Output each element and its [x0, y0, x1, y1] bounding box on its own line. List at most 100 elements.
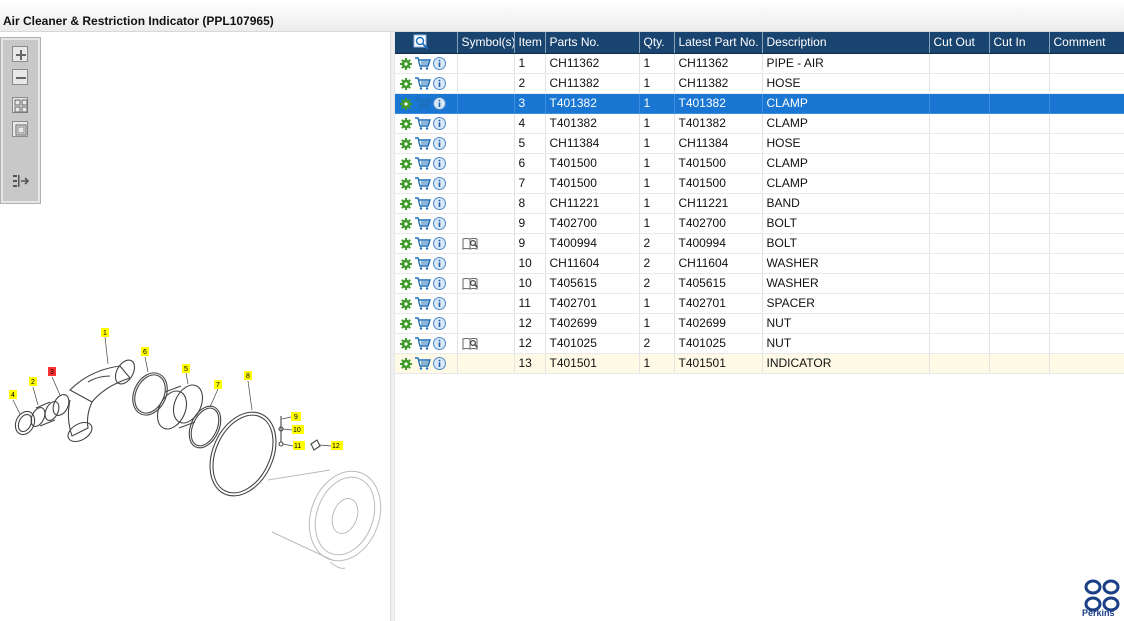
gear-icon[interactable] [400, 237, 412, 250]
item-cell: 10 [514, 273, 546, 294]
zoom-out-button[interactable] [12, 69, 28, 85]
cart-icon[interactable] [414, 257, 431, 270]
info-icon[interactable] [433, 277, 446, 291]
exploded-parts-diagram: 1 2 3 4 5 6 7 8 9 10 11 12 [9, 328, 382, 569]
info-icon[interactable] [433, 337, 446, 351]
column-header-comment[interactable]: Comment [1049, 32, 1124, 54]
svg-text:8: 8 [246, 373, 250, 380]
fit-all-button[interactable] [12, 97, 28, 113]
info-icon[interactable] [433, 357, 446, 371]
info-icon[interactable] [433, 217, 446, 231]
cart-icon[interactable] [414, 297, 431, 310]
table-row[interactable]: 12 T402699 1 T402699 NUT [395, 313, 1124, 334]
table-row[interactable]: 3 T401382 1 T401382 CLAMP [395, 93, 1124, 114]
cart-icon[interactable] [414, 337, 431, 350]
table-row[interactable]: 9 T402700 1 T402700 BOLT [395, 213, 1124, 234]
table-row[interactable]: 10 CH11604 2 CH11604 WASHER [395, 253, 1124, 274]
table-row[interactable]: 2 CH11382 1 CH11382 HOSE [395, 73, 1124, 94]
row-actions-cell [395, 313, 458, 334]
cart-icon[interactable] [414, 137, 431, 150]
symbol-cell [457, 113, 515, 134]
column-header-latest-part-no[interactable]: Latest Part No. [674, 32, 763, 54]
cart-icon[interactable] [414, 177, 431, 190]
item-cell: 9 [514, 213, 546, 234]
info-icon[interactable] [433, 297, 446, 311]
search-column-header[interactable] [395, 32, 458, 54]
column-header-qty[interactable]: Qty. [639, 32, 675, 54]
cut-out-cell [929, 153, 990, 174]
info-icon[interactable] [433, 137, 446, 151]
column-header-cut-out[interactable]: Cut Out [929, 32, 990, 54]
gear-icon[interactable] [400, 97, 412, 110]
column-header-cut-in[interactable]: Cut In [989, 32, 1050, 54]
table-row[interactable]: 10 T405615 2 T405615 WASHER [395, 273, 1124, 294]
gear-icon[interactable] [400, 297, 412, 310]
table-row[interactable]: 1 CH11362 1 CH11362 PIPE - AIR [395, 53, 1124, 74]
comment-cell [1049, 273, 1124, 294]
latest-part-no-cell: T401501 [674, 353, 763, 374]
info-icon[interactable] [433, 317, 446, 331]
table-row[interactable]: 4 T401382 1 T401382 CLAMP [395, 113, 1124, 134]
cart-icon[interactable] [414, 237, 431, 250]
gear-icon[interactable] [400, 257, 412, 270]
info-icon[interactable] [433, 117, 446, 131]
cart-icon[interactable] [414, 217, 431, 230]
symbol-cell [457, 333, 515, 354]
table-row[interactable]: 6 T401500 1 T401500 CLAMP [395, 153, 1124, 174]
gear-icon[interactable] [400, 357, 412, 370]
cart-icon[interactable] [414, 77, 431, 90]
info-icon[interactable] [433, 177, 446, 191]
gear-icon[interactable] [400, 277, 412, 290]
latest-part-no-cell: T402700 [674, 213, 763, 234]
book-search-icon[interactable] [462, 277, 479, 290]
qty-cell: 1 [639, 193, 675, 214]
cut-out-cell [929, 93, 990, 114]
cut-out-cell [929, 313, 990, 334]
table-row[interactable]: 9 T400994 2 T400994 BOLT [395, 233, 1124, 254]
cart-icon[interactable] [414, 197, 431, 210]
cart-icon[interactable] [414, 57, 431, 70]
table-row[interactable]: 8 CH11221 1 CH11221 BAND [395, 193, 1124, 214]
info-icon[interactable] [433, 237, 446, 251]
table-row[interactable]: 5 CH11384 1 CH11384 HOSE [395, 133, 1124, 154]
fit-window-button[interactable] [12, 121, 28, 137]
book-search-icon[interactable] [462, 237, 479, 250]
export-list-button[interactable] [12, 173, 30, 189]
latest-part-no-cell: T405615 [674, 273, 763, 294]
row-actions-cell [395, 153, 458, 174]
cart-icon[interactable] [414, 97, 431, 110]
cart-icon[interactable] [414, 277, 431, 290]
gear-icon[interactable] [400, 157, 412, 170]
info-icon[interactable] [433, 57, 446, 71]
cart-icon[interactable] [414, 357, 431, 370]
gear-icon[interactable] [400, 177, 412, 190]
gear-icon[interactable] [400, 77, 412, 90]
column-header-description[interactable]: Description [762, 32, 930, 54]
table-row[interactable]: 12 T401025 2 T401025 NUT [395, 333, 1124, 354]
symbol-cell [457, 193, 515, 214]
info-icon[interactable] [433, 97, 446, 111]
gear-icon[interactable] [400, 117, 412, 130]
table-row[interactable]: 7 T401500 1 T401500 CLAMP [395, 173, 1124, 194]
column-header-parts-no[interactable]: Parts No. [545, 32, 640, 54]
gear-icon[interactable] [400, 57, 412, 70]
info-icon[interactable] [433, 157, 446, 171]
gear-icon[interactable] [400, 217, 412, 230]
cart-icon[interactable] [414, 157, 431, 170]
book-search-icon[interactable] [462, 337, 479, 350]
table-row[interactable]: 13 T401501 1 T401501 INDICATOR [395, 353, 1124, 374]
gear-icon[interactable] [400, 337, 412, 350]
column-header-item[interactable]: Item [514, 32, 546, 54]
zoom-in-button[interactable] [12, 46, 28, 62]
info-icon[interactable] [433, 257, 446, 271]
cut-in-cell [989, 253, 1050, 274]
cart-icon[interactable] [414, 317, 431, 330]
column-header-symbols[interactable]: Symbol(s) [457, 32, 515, 54]
info-icon[interactable] [433, 197, 446, 211]
gear-icon[interactable] [400, 197, 412, 210]
info-icon[interactable] [433, 77, 446, 91]
table-row[interactable]: 11 T402701 1 T402701 SPACER [395, 293, 1124, 314]
cart-icon[interactable] [414, 117, 431, 130]
gear-icon[interactable] [400, 317, 412, 330]
gear-icon[interactable] [400, 137, 412, 150]
